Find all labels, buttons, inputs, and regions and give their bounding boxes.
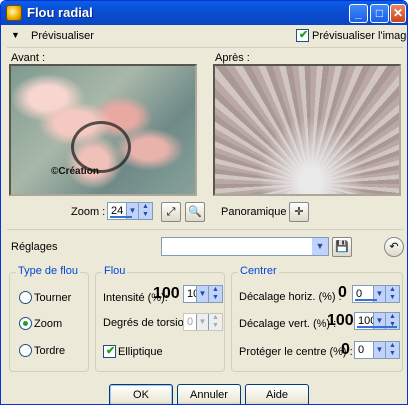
zoom-slider[interactable] — [110, 216, 132, 218]
intensity-big-value: 100 — [153, 285, 180, 302]
protect-big-value: 0 — [341, 341, 350, 358]
after-preview — [213, 64, 401, 196]
voffset-big-value: 100 — [327, 312, 354, 329]
fit-window-icon[interactable]: ⤢ — [161, 202, 181, 222]
radio-zoom-label: Zoom — [34, 318, 63, 330]
pan-label: Panoramique : — [221, 206, 293, 218]
presets-combo[interactable]: ▼ — [161, 237, 329, 256]
settings-label: Réglages — [11, 241, 58, 253]
protect-spin-icon[interactable]: ▲ ▼ — [385, 342, 399, 358]
radio-zoom[interactable] — [19, 317, 32, 330]
radial-blur-dialog: Flou radial _ □ ✕ ▼ Prévisualiser ✔ Prév… — [0, 0, 408, 405]
voffset-spinbox[interactable]: 100 ▼ ▲ ▼ — [354, 312, 400, 330]
intensity-spinbox[interactable]: 100 ▼ ▲▼ — [183, 285, 223, 303]
preview-image-checkbox[interactable]: ✔ — [296, 29, 309, 42]
center-title: Centrer — [238, 265, 279, 277]
zoom-label: Zoom : — [71, 206, 106, 218]
help-button[interactable]: Aide — [245, 384, 309, 404]
torsion-dropdown-icon: ▼ — [196, 314, 208, 330]
cancel-button[interactable]: Annuler — [177, 384, 241, 404]
torsion-spin-icon: ▲ ▼ — [208, 314, 222, 330]
divider — [7, 229, 403, 230]
torsion-label: Degrés de torsion : — [103, 317, 196, 329]
collapse-icon[interactable]: ▼ — [11, 30, 20, 40]
checkmark-icon: ✔ — [106, 345, 116, 357]
torsion-value: 0 — [187, 316, 194, 328]
hoffset-spinbox[interactable]: 0 ▼ ▲ ▼ — [352, 285, 400, 303]
hoffset-spin-icon[interactable]: ▲ ▼ — [385, 286, 399, 302]
radio-dot — [23, 321, 28, 326]
pan-icon[interactable]: ✛ — [289, 202, 309, 222]
intensity-spin-icon[interactable]: ▲ ▼ — [208, 286, 222, 302]
hoffset-big-value: 0 — [338, 284, 347, 301]
ok-button[interactable]: OK — [109, 384, 173, 404]
intensity-dropdown-icon[interactable]: ▼ — [196, 286, 208, 302]
checkmark-icon: ✔ — [299, 29, 309, 41]
close-button[interactable]: ✕ — [390, 4, 406, 23]
before-label: Avant : — [11, 52, 46, 64]
elliptic-label: Elliptique — [118, 346, 163, 358]
hoffset-slider[interactable] — [355, 299, 377, 301]
voffset-label: Décalage vert. (%) : — [239, 318, 337, 330]
protect-value: 0 — [358, 344, 365, 356]
after-label: Après : — [215, 52, 250, 64]
zoom-spin-icon[interactable]: ▲ ▼ — [138, 203, 152, 219]
protect-dropdown-icon[interactable]: ▼ — [373, 342, 385, 358]
minimize-button[interactable]: _ — [349, 4, 368, 23]
maximize-button[interactable]: □ — [370, 4, 389, 23]
window-title: Flou radial — [27, 5, 93, 20]
reset-icon[interactable]: ↶ — [384, 237, 404, 257]
divider — [7, 47, 403, 48]
preview-image-label: Prévisualiser l'image — [312, 30, 408, 42]
protect-label: Protéger le centre (%) : — [239, 346, 353, 358]
torsion-spinbox: 0 ▼ ▲ ▼ — [183, 313, 223, 331]
title-bar[interactable]: Flou radial _ □ ✕ — [1, 1, 407, 25]
blur-title: Flou — [102, 265, 128, 277]
watermark-text: ©Création — [51, 166, 99, 177]
before-preview[interactable]: ©Création — [9, 64, 197, 196]
protect-spinbox[interactable]: 0 ▼ ▲ ▼ — [354, 341, 400, 359]
blur-type-title: Type de flou — [16, 265, 80, 277]
radio-twist[interactable] — [19, 344, 32, 357]
radio-rotate[interactable] — [19, 291, 32, 304]
save-preset-icon[interactable]: 💾 — [332, 237, 352, 257]
app-icon — [6, 5, 22, 21]
zoom-tool-icon[interactable]: 🔍 — [185, 202, 205, 222]
preview-label: Prévisualiser — [31, 30, 94, 42]
zoom-spinbox[interactable]: 24 ▼ ▲ ▼ — [107, 202, 153, 220]
chevron-down-icon[interactable]: ▼ — [312, 238, 328, 255]
voffset-slider[interactable] — [357, 326, 397, 328]
radio-rotate-label: Tourner — [34, 292, 72, 304]
elliptic-checkbox[interactable]: ✔ — [103, 345, 116, 358]
radio-twist-label: Tordre — [34, 345, 66, 357]
hoffset-label: Décalage horiz. (%) : — [239, 291, 342, 303]
